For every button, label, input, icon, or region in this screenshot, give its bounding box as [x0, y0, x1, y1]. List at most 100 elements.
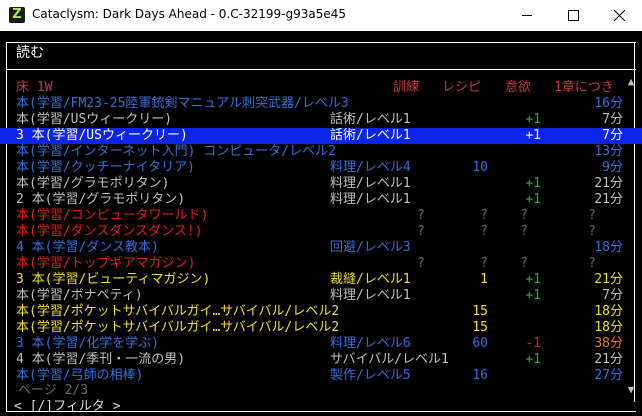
- book-fun: ?: [520, 208, 528, 223]
- book-fun: +1: [525, 352, 541, 367]
- book-skill: 料理/レベル1: [330, 192, 411, 207]
- minimize-button[interactable]: [504, 0, 550, 31]
- book-skill: 料理/レベル1: [330, 288, 411, 303]
- book-row[interactable]: 本(学習/トップギアマガジン)????: [0, 256, 642, 272]
- book-name: 本(学習/弓師の相棒): [16, 368, 144, 383]
- close-button[interactable]: [596, 0, 642, 31]
- book-name: 本(学習/ボナペティ): [16, 288, 143, 303]
- book-recipes: 60: [472, 336, 488, 351]
- book-name: 本(学習/コンピュータワールド): [16, 208, 209, 223]
- book-fun: +1: [525, 112, 541, 127]
- book-recipes: 16: [472, 368, 488, 383]
- game-console: 読む 床 1W 訓練 レシピ 意欲 1章につき 本(学習/FM23-25陸軍銃剣…: [0, 31, 642, 416]
- book-time: 7分: [602, 288, 623, 303]
- book-skill: ?: [417, 224, 425, 239]
- book-name: 本(学習/ポケットサバイバルガイ…サバイバル/レベル2: [16, 320, 340, 335]
- book-skill: 話術/レベル1: [330, 128, 411, 143]
- book-row[interactable]: 2 本(学習/グラモポリタン) 料理/レベル1 +1 21分: [0, 192, 642, 208]
- book-row[interactable]: 本(学習/FM23-25陸軍銃剣マニュアル刺突武器/レベル3 16分: [0, 96, 642, 112]
- book-name: 3 本(学習/化学を学ぶ): [16, 336, 160, 351]
- book-row[interactable]: 4 本(学習/ダンス教本) 回避/レベル3 18分: [0, 240, 642, 256]
- book-name: 本(学習/ダンスダンスダンス!): [16, 224, 203, 239]
- book-time: 21分: [594, 192, 623, 207]
- window-title: Cataclysm: Dark Days Ahead - 0.C-32199-g…: [32, 7, 346, 21]
- scroll-down-icon[interactable]: ▼: [626, 383, 636, 397]
- book-skill: サバイバル/レベル1: [330, 352, 449, 367]
- page-indicator: ページ 2/3: [18, 383, 89, 398]
- book-row[interactable]: 本(学習/インターネット入門) コンピュータ/レベル2 13分: [0, 144, 642, 160]
- book-row[interactable]: 3 本(学習/USウィークリー) 話術/レベル1 +1 7分: [0, 128, 642, 144]
- maximize-icon: [567, 10, 579, 21]
- book-fun: +1: [525, 192, 541, 207]
- book-time: ?: [588, 256, 596, 271]
- book-recipes: 15: [472, 304, 488, 319]
- book-name: 本(学習/USウィークリー): [16, 112, 173, 127]
- book-time: 7分: [602, 112, 623, 127]
- book-skill: 回避/レベル3: [330, 240, 411, 255]
- book-time: 27分: [594, 368, 623, 383]
- book-fun: +1: [525, 272, 541, 287]
- book-time: 18分: [594, 304, 623, 319]
- book-row[interactable]: 3 本(学習/ビューティマガジン) 裁縫/レベル1 1 +1 21分: [0, 272, 642, 288]
- book-name: 本(学習/グラモポリタン): [16, 176, 170, 191]
- book-name: 3 本(学習/ビューティマガジン): [16, 272, 211, 287]
- game-window: Z Cataclysm: Dark Days Ahead - 0.C-32199…: [0, 0, 642, 416]
- scroll-up-icon[interactable]: ▲: [626, 75, 636, 89]
- book-row[interactable]: 本(学習/ダンスダンスダンス!)????: [0, 224, 642, 240]
- book-row[interactable]: 3 本(学習/化学を学ぶ) 料理/レベル6 60 -1 38分: [0, 336, 642, 352]
- book-recipes: ?: [480, 256, 488, 271]
- book-row[interactable]: 本(学習/ボナペティ) 料理/レベル1 +1 7分: [0, 288, 642, 304]
- book-time: 21分: [594, 176, 623, 191]
- book-fun: -1: [525, 336, 541, 351]
- book-skill: 裁縫/レベル1: [330, 272, 411, 287]
- title-separator: [6, 69, 636, 70]
- book-row[interactable]: 本(学習/グラモポリタン) 料理/レベル1 +1 21分: [0, 176, 642, 192]
- book-time: ?: [588, 208, 596, 223]
- book-name: 本(学習/FM23-25陸軍銃剣マニュアル刺突武器/レベル3: [16, 96, 349, 111]
- book-row[interactable]: 本(学習/クッチーナイタリア) 料理/レベル4 10 9分: [0, 160, 642, 176]
- close-icon: [613, 10, 625, 21]
- book-fun: +1: [525, 128, 541, 143]
- book-recipes: 15: [472, 320, 488, 335]
- book-fun: ?: [520, 224, 528, 239]
- book-name: 本(学習/ポケットサバイバルガイ…サバイバル/レベル2: [16, 304, 340, 319]
- book-row[interactable]: 本(学習/ポケットサバイバルガイ…サバイバル/レベル2 15 18分: [0, 320, 642, 336]
- book-skill: ?: [417, 208, 425, 223]
- book-row[interactable]: 4 本(学習/季刊・一流の男) サバイバル/レベル1 +1 21分: [0, 352, 642, 368]
- book-fun: ?: [520, 256, 528, 271]
- book-skill: 製作/レベル5: [330, 368, 411, 383]
- book-recipes: 1: [480, 272, 488, 287]
- fun-header: 意欲: [505, 80, 532, 95]
- book-row[interactable]: 本(学習/コンピュータワールド)????: [0, 208, 642, 224]
- book-skill: 話術/レベル1: [330, 112, 411, 127]
- book-skill: 料理/レベル4: [330, 160, 411, 175]
- book-time: 18分: [594, 240, 623, 255]
- book-name: 3 本(学習/USウィークリー): [16, 128, 188, 143]
- maximize-button[interactable]: [550, 0, 596, 31]
- book-time: 13分: [594, 144, 623, 159]
- book-row[interactable]: 本(学習/USウィークリー) 話術/レベル1 +1 7分: [0, 112, 642, 128]
- book-name: 2 本(学習/グラモポリタン): [16, 192, 186, 207]
- book-row[interactable]: 本(学習/弓師の相棒) 製作/レベル5 16 27分: [0, 368, 642, 384]
- book-row[interactable]: 本(学習/ポケットサバイバルガイ…サバイバル/レベル2 15 18分: [0, 304, 642, 320]
- time-header: 1章につき: [554, 80, 614, 95]
- recipes-header: レシピ: [442, 80, 482, 95]
- book-recipes: ?: [480, 208, 488, 223]
- menu-title: 読む: [16, 45, 44, 61]
- title-bar[interactable]: Z Cataclysm: Dark Days Ahead - 0.C-32199…: [0, 0, 642, 31]
- book-name: 本(学習/トップギアマガジン): [16, 256, 196, 271]
- book-time: 18分: [594, 320, 623, 335]
- filter-hint[interactable]: < [/]フィルタ >: [14, 399, 121, 415]
- book-name: 4 本(学習/ダンス教本): [16, 240, 159, 255]
- book-time: 21分: [594, 352, 623, 367]
- location-header: 床 1W: [16, 80, 53, 95]
- book-name: 本(学習/インターネット入門) コンピュータ/レベル2: [16, 144, 336, 159]
- book-time: 16分: [594, 96, 623, 111]
- book-time: 38分: [594, 336, 623, 351]
- book-recipes: 10: [472, 160, 488, 175]
- minimize-icon: [522, 15, 532, 16]
- book-recipes: ?: [480, 224, 488, 239]
- book-skill: 料理/レベル6: [330, 336, 411, 351]
- book-time: 9分: [602, 160, 623, 175]
- book-name: 4 本(学習/季刊・一流の男): [16, 352, 186, 367]
